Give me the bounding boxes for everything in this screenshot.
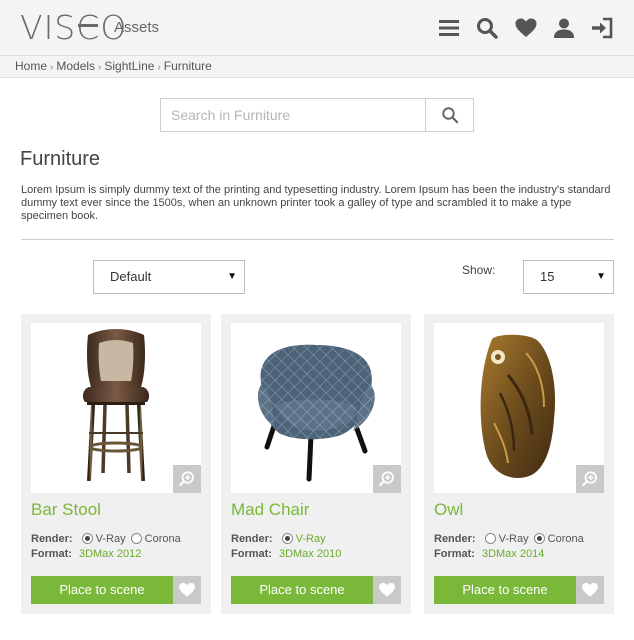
zoom-in-icon: [582, 471, 597, 487]
format-info: Format: 3DMax 2010: [231, 548, 342, 560]
divider: [21, 239, 614, 240]
format-info: Format: 3DMax 2012: [31, 548, 142, 560]
product-image[interactable]: [231, 323, 401, 493]
breadcrumb-models[interactable]: Models: [56, 59, 95, 73]
breadcrumb-sightline[interactable]: SightLine: [104, 59, 154, 73]
page-description: Lorem Ipsum is simply dummy text of the …: [21, 184, 611, 222]
breadcrumb-furniture[interactable]: Furniture: [164, 59, 212, 73]
place-to-scene-button[interactable]: Place to scene: [434, 576, 576, 604]
zoom-in-icon: [179, 471, 194, 487]
render-options: Render: V-Ray Corona: [434, 533, 584, 545]
search-icon[interactable]: [475, 16, 499, 40]
heart-icon: [582, 582, 598, 597]
search-icon: [441, 107, 458, 124]
vray-label: V-Ray: [95, 533, 126, 545]
corona-label: Corona: [144, 533, 181, 545]
zoom-button[interactable]: [373, 465, 401, 493]
vray-label: V-Ray: [295, 533, 326, 545]
login-icon[interactable]: [590, 16, 614, 40]
section-label[interactable]: Assets: [114, 19, 159, 36]
corona-label: Corona: [547, 533, 584, 545]
zoom-in-icon: [379, 471, 394, 487]
product-title[interactable]: Bar Stool: [31, 500, 101, 520]
logo-letter-c: C: [76, 8, 101, 47]
breadcrumb-separator: ›: [98, 62, 102, 73]
render-options: Render: V-Ray Corona: [31, 533, 181, 545]
corona-radio[interactable]: [533, 533, 545, 544]
dropdown-arrow-icon: ▼: [596, 271, 606, 282]
zoom-button[interactable]: [173, 465, 201, 493]
render-options: Render: V-Ray: [231, 533, 326, 545]
vray-radio[interactable]: [484, 533, 496, 544]
breadcrumb: Home › Models › SightLine › Furniture: [0, 56, 634, 78]
heart-icon: [379, 582, 395, 597]
breadcrumb-separator: ›: [157, 62, 161, 73]
format-value: 3DMax 2010: [278, 548, 342, 560]
product-card: Bar Stool Render: V-Ray Corona Format: 3D…: [21, 314, 211, 614]
breadcrumb-home[interactable]: Home: [15, 59, 47, 73]
visco-logo[interactable]: VISCO: [20, 9, 127, 47]
heart-icon[interactable]: [514, 16, 538, 40]
search-box: [160, 98, 474, 132]
vray-label: V-Ray: [498, 533, 529, 545]
breadcrumb-separator: ›: [50, 62, 54, 73]
sort-value: Default: [110, 269, 152, 284]
format-value: 3DMax 2014: [481, 548, 545, 560]
show-count-value: 15: [540, 269, 555, 284]
show-label: Show:: [462, 263, 496, 277]
search-submit-button[interactable]: [425, 99, 473, 131]
user-icon[interactable]: [552, 16, 576, 40]
page-title: Furniture: [20, 148, 101, 170]
favorite-button[interactable]: [373, 576, 401, 604]
vray-radio[interactable]: [81, 533, 93, 544]
show-count-select[interactable]: 15 ▼: [523, 260, 614, 294]
product-title[interactable]: Owl: [434, 500, 463, 520]
heart-icon: [179, 582, 195, 597]
favorite-button[interactable]: [576, 576, 604, 604]
search-input[interactable]: [161, 99, 426, 131]
format-value: 3DMax 2012: [78, 548, 142, 560]
zoom-button[interactable]: [576, 465, 604, 493]
vray-radio[interactable]: [281, 533, 293, 544]
sort-select[interactable]: Default ▼: [93, 260, 245, 294]
product-card: Owl Render: V-Ray Corona Format: 3DMax 20…: [424, 314, 614, 614]
top-header: VISCO Assets: [0, 0, 634, 56]
place-to-scene-button[interactable]: Place to scene: [31, 576, 173, 604]
place-to-scene-button[interactable]: Place to scene: [231, 576, 373, 604]
product-image[interactable]: [31, 323, 201, 493]
product-image[interactable]: [434, 323, 604, 493]
dropdown-arrow-icon: ▼: [227, 271, 237, 282]
favorite-button[interactable]: [173, 576, 201, 604]
corona-radio[interactable]: [130, 533, 142, 544]
product-card: Mad Chair Render: V-Ray Format: 3DMax 201…: [221, 314, 411, 614]
format-info: Format: 3DMax 2014: [434, 548, 545, 560]
menu-icon[interactable]: [437, 16, 461, 40]
product-title[interactable]: Mad Chair: [231, 500, 309, 520]
